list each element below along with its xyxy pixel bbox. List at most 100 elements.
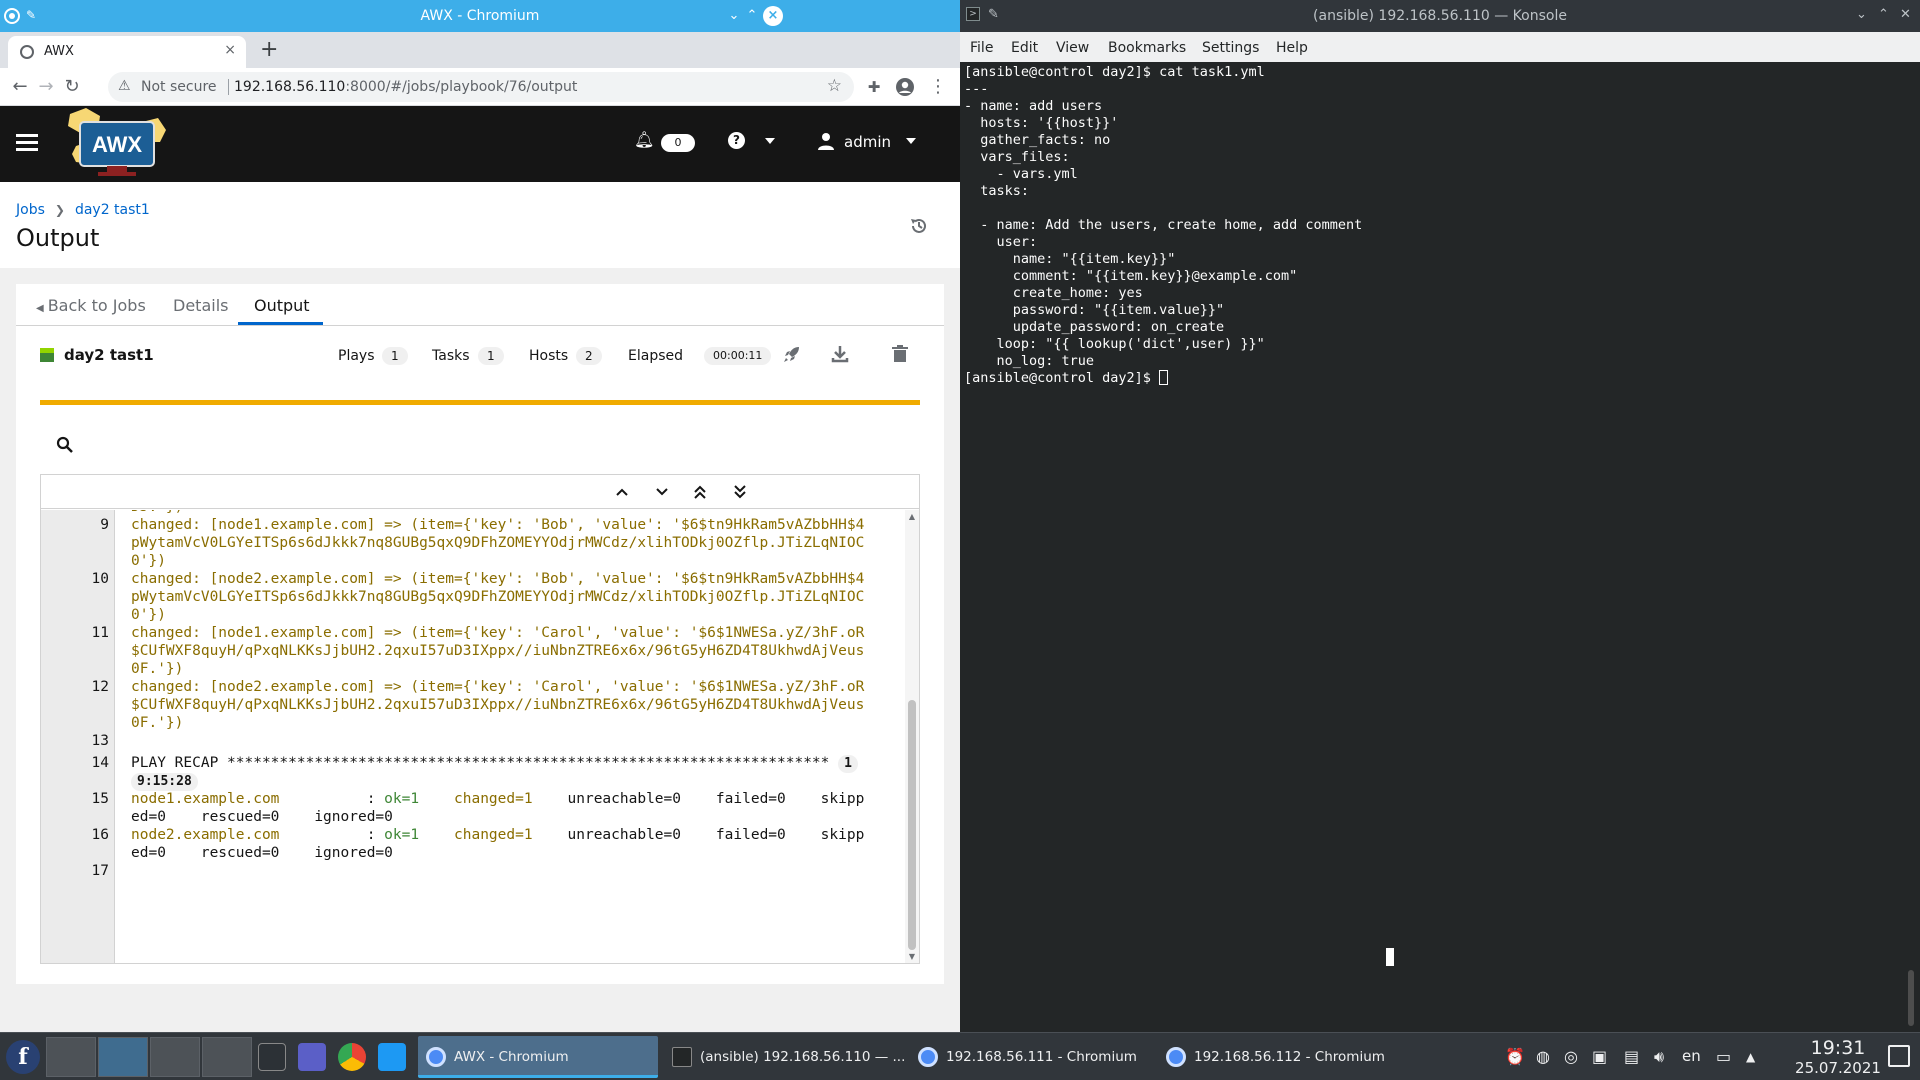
tray-expand-arrow-icon[interactable]: ▲	[1746, 1050, 1755, 1064]
terminal-line: create_home: yes	[964, 285, 1143, 301]
terminal-line: - name: Add the users, create home, add …	[964, 217, 1363, 233]
taskbar-task[interactable]: (ansible) 192.168.56.110 — ...	[664, 1036, 905, 1078]
scroll-up-arrow-icon[interactable]: ▲	[905, 512, 919, 521]
relaunch-rocket-icon[interactable]	[782, 344, 802, 364]
search-icon[interactable]	[56, 436, 74, 454]
teams-icon[interactable]	[298, 1043, 326, 1071]
reload-icon[interactable]: ↻	[62, 76, 82, 97]
bookmark-star-icon[interactable]: ☆	[827, 76, 842, 96]
terminal-output[interactable]: [ansible@control day2]$ cat task1.yml ---…	[964, 64, 1914, 1024]
awx-logo[interactable]: AWX	[62, 108, 172, 180]
menu-view[interactable]: View	[1056, 40, 1089, 56]
desktop-1[interactable]	[46, 1037, 96, 1077]
keyboard-layout-indicator[interactable]: en	[1682, 1047, 1701, 1065]
vpn-icon[interactable]: ◍	[1536, 1047, 1550, 1066]
recap-wrap: ed=0 rescued=0 ignored=0	[131, 845, 393, 861]
hamburger-menu-icon[interactable]	[16, 134, 38, 152]
delete-trash-icon[interactable]	[890, 344, 910, 364]
clock-date[interactable]: 25.07.2021	[1788, 1059, 1888, 1077]
konsole-window-title: (ansible) 192.168.56.110 — Konsole	[1313, 8, 1567, 24]
breadcrumb-job-link[interactable]: day2 tast1	[75, 202, 150, 218]
profile-avatar-icon[interactable]	[895, 77, 915, 102]
chrome-icon[interactable]	[338, 1043, 366, 1071]
scroll-previous-icon[interactable]	[613, 483, 631, 501]
browser-tab-awx[interactable]: AWX ×	[8, 36, 246, 68]
clock-time[interactable]: 19:31	[1788, 1037, 1888, 1059]
tab-strip: AWX × +	[0, 32, 960, 68]
extensions-icon[interactable]: ✚	[864, 78, 884, 96]
user-dropdown-caret-icon[interactable]	[906, 138, 916, 144]
tab-output[interactable]: Output	[254, 296, 310, 315]
menu-edit[interactable]: Edit	[1011, 40, 1038, 56]
warning-icon[interactable]: ⚠	[118, 78, 131, 94]
user-menu-label[interactable]: admin	[844, 133, 891, 151]
hosts-count-badge: 2	[576, 347, 602, 365]
breadcrumb-jobs-link[interactable]: Jobs	[16, 202, 45, 218]
plays-count-badge: 1	[382, 347, 408, 365]
minimize-icon[interactable]: ⌄	[724, 6, 744, 26]
minimize-icon[interactable]: ⌄	[1856, 7, 1867, 22]
forward-arrow-icon[interactable]: →	[36, 76, 56, 97]
new-tab-button[interactable]: +	[260, 37, 278, 62]
virtual-desktop-pager[interactable]	[46, 1037, 252, 1077]
tab-close-icon[interactable]: ×	[224, 42, 236, 58]
taskbar-task[interactable]: 192.168.56.112 - Chromium	[1158, 1036, 1398, 1078]
tab-back-to-jobs[interactable]: ◀ Back to Jobs	[36, 296, 146, 315]
maximize-icon[interactable]: ⌃	[742, 6, 762, 26]
address-bar[interactable]: ⚠ Not secure 192.168.56.110:8000/#/jobs/…	[108, 72, 854, 102]
history-icon[interactable]	[909, 216, 929, 236]
not-secure-label[interactable]: Not secure	[141, 79, 217, 95]
tab-back-label: Back to Jobs	[47, 296, 146, 315]
scroll-next-icon[interactable]	[653, 483, 671, 501]
notification-count-badge[interactable]: 0	[661, 134, 695, 152]
file-manager-icon[interactable]	[378, 1043, 406, 1071]
help-dropdown-caret-icon[interactable]	[765, 138, 775, 144]
maximize-icon[interactable]: ⌃	[1878, 7, 1889, 22]
terminal-scrollbar[interactable]	[1908, 970, 1914, 1026]
terminal-line: password: "{{item.value}}"	[964, 302, 1225, 318]
fedora-launcher-icon[interactable]: f	[6, 1040, 40, 1074]
bell-icon[interactable]: 🔔︎	[634, 130, 654, 149]
recap-host: node1.example.com	[131, 791, 280, 807]
scrollbar-thumb[interactable]	[908, 700, 916, 950]
desktop-3[interactable]	[150, 1037, 200, 1077]
display-icon[interactable]: ▭	[1716, 1047, 1731, 1066]
taskbar-task[interactable]: 192.168.56.111 - Chromium	[910, 1036, 1150, 1078]
clipboard-icon[interactable]: ▤	[1624, 1047, 1639, 1066]
close-window-button[interactable]: ×	[763, 6, 783, 26]
user-icon[interactable]	[818, 132, 834, 150]
terminal-line: comment: "{{item.key}}@example.com"	[964, 268, 1298, 284]
menu-settings[interactable]: Settings	[1202, 40, 1259, 56]
scroll-last-icon[interactable]	[731, 483, 749, 501]
volume-icon[interactable]: 🔊︎	[1654, 1047, 1664, 1067]
tasks-count-badge: 1	[478, 347, 504, 365]
menu-bookmarks[interactable]: Bookmarks	[1108, 40, 1186, 56]
tab-details[interactable]: Details	[173, 296, 228, 315]
close-icon[interactable]: ✕	[1900, 7, 1911, 22]
download-icon[interactable]	[830, 344, 850, 364]
line-number: 13	[91, 733, 109, 749]
output-search[interactable]	[40, 416, 920, 466]
menu-file[interactable]: File	[970, 40, 993, 56]
teams-tray-icon[interactable]: ▣	[1592, 1047, 1607, 1066]
desktop-4[interactable]	[202, 1037, 252, 1077]
scroll-down-arrow-icon[interactable]: ▼	[905, 952, 919, 961]
menu-help[interactable]: Help	[1276, 40, 1308, 56]
notifications-bell-icon[interactable]: ⏰	[1505, 1047, 1525, 1066]
back-arrow-icon[interactable]: ←	[10, 76, 30, 97]
scroll-first-icon[interactable]	[691, 483, 709, 501]
help-icon[interactable]: ?	[728, 132, 745, 149]
kebab-menu-icon[interactable]: ⋮	[928, 76, 948, 97]
network-globe-icon[interactable]: ◎	[1564, 1047, 1578, 1066]
url-text[interactable]: 192.168.56.110:8000/#/jobs/playbook/76/o…	[234, 79, 577, 95]
desktop-2[interactable]	[98, 1037, 148, 1077]
chromium-titlebar[interactable]: ✎ AWX - Chromium ⌄ ⌃ ×	[0, 0, 960, 32]
system-settings-icon[interactable]	[258, 1043, 286, 1071]
show-desktop-button[interactable]	[1888, 1045, 1910, 1067]
line-number: 11	[91, 625, 109, 641]
konsole-titlebar[interactable]: > ✎ (ansible) 192.168.56.110 — Konsole ⌄…	[960, 0, 1920, 32]
output-scrollbar[interactable]: ▲ ▼	[905, 510, 919, 963]
taskbar-task-title: 192.168.56.111 - Chromium	[946, 1049, 1137, 1065]
taskbar-task[interactable]: AWX - Chromium	[418, 1036, 658, 1078]
